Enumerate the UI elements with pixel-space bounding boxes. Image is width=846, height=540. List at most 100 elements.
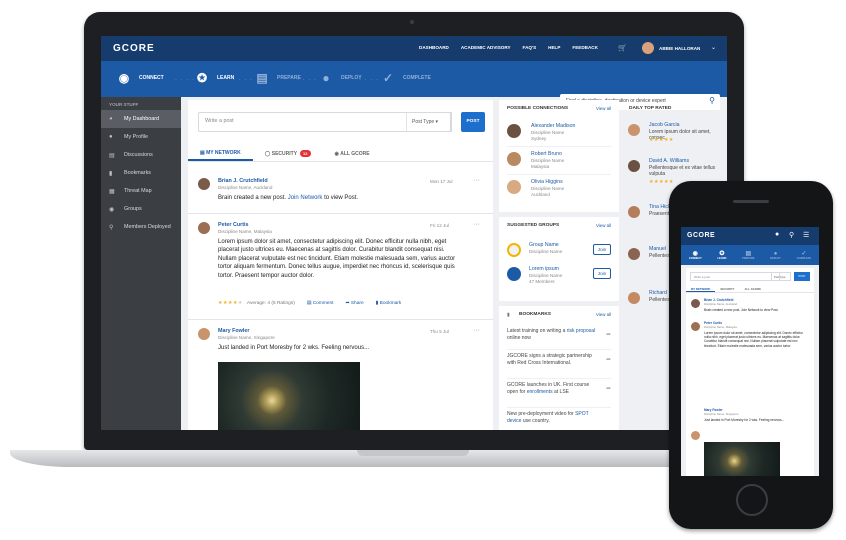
step-complete[interactable]: ✓ COMPLETE bbox=[797, 250, 811, 260]
view-all-link[interactable]: View all bbox=[596, 223, 611, 228]
avatar[interactable] bbox=[628, 248, 640, 260]
tab-all-gcore[interactable]: ALL GCORE bbox=[740, 285, 766, 292]
gcore-logo[interactable]: GCORE bbox=[113, 43, 155, 54]
sidebar-item-members-deployed[interactable]: ⚲ Members Deployed bbox=[101, 218, 181, 236]
tab-security[interactable]: SECURITY bbox=[715, 285, 739, 292]
step-prepare[interactable]: ▤ PREPARE bbox=[253, 69, 300, 87]
step-dots: · · · · bbox=[297, 77, 317, 83]
post-author[interactable]: Brian J. Crutchfield bbox=[218, 178, 268, 184]
bookmarks-card: BOOKMARKS ▮ View all Latest training on … bbox=[499, 306, 619, 430]
more-options-icon[interactable]: ··· bbox=[473, 221, 480, 228]
post-button[interactable]: POST bbox=[794, 272, 810, 281]
step-deploy[interactable]: ● DEPLOY bbox=[770, 251, 781, 260]
sidebar-item-groups[interactable]: ◉ Groups bbox=[101, 200, 181, 218]
step-deploy[interactable]: ● DEPLOY bbox=[317, 69, 361, 87]
avatar[interactable] bbox=[628, 124, 640, 136]
lightbulb-icon: ✪ bbox=[719, 251, 725, 257]
phone-screen: GCORE ● ⚲ ☰ ◉ CONNECT ✪ LEARN ▤ PREPARE ● DE… bbox=[681, 227, 819, 476]
search-icon[interactable]: ⚲ bbox=[789, 231, 794, 239]
sidebar-item-threat-map[interactable]: ▦ Threat Map bbox=[101, 182, 181, 200]
post-author[interactable]: Mary Fowler bbox=[218, 328, 249, 334]
step-connect[interactable]: ◉ CONNECT bbox=[115, 69, 164, 87]
phone-home-button[interactable] bbox=[736, 484, 768, 516]
possible-connections-card: POSSIBLE CONNECTIONS View all Alexander … bbox=[499, 100, 619, 212]
list-item[interactable]: Alexander Madison Discipline Name Sydney bbox=[507, 120, 611, 147]
user-name[interactable]: ABBIE HALLORAN bbox=[659, 46, 700, 51]
bookmark-icon: ▮ bbox=[109, 170, 113, 177]
avatar[interactable] bbox=[198, 222, 210, 234]
share-arrow-icon[interactable]: ➦ bbox=[606, 357, 611, 364]
sidebar-item-discussions[interactable]: ▤ Discussions bbox=[101, 146, 181, 164]
tab-all-gcore[interactable]: ◉ ALL GCORE bbox=[323, 146, 382, 161]
step-learn[interactable]: ✪ LEARN bbox=[193, 69, 234, 87]
list-item[interactable]: Olivia Higgins Discipline Name Auckland bbox=[507, 176, 611, 203]
nav-academic-advisory[interactable]: ACADEMIC ADVISORY bbox=[461, 45, 511, 50]
post-type-select[interactable]: Post Type ▾ bbox=[406, 112, 452, 132]
tab-security[interactable]: ◯ SECURITY 12 bbox=[253, 146, 323, 161]
shield-icon: ◯ bbox=[264, 150, 272, 157]
avatar[interactable] bbox=[691, 431, 700, 440]
view-all-link[interactable]: View all bbox=[596, 106, 611, 111]
post-button[interactable]: POST bbox=[461, 112, 485, 132]
tab-my-network[interactable]: ▤ MY NETWORK bbox=[188, 146, 253, 161]
chevron-down-icon[interactable]: ⌄ bbox=[711, 44, 716, 51]
bookmark-button[interactable]: ▮ Bookmark bbox=[376, 301, 402, 306]
view-all-link[interactable]: View all bbox=[596, 312, 611, 317]
phone-feed: Write a post Post Type POST MY NETWORK S… bbox=[686, 268, 814, 476]
share-button[interactable]: ➦ Share bbox=[346, 301, 364, 306]
nav-feedback[interactable]: FEEDBACK bbox=[572, 45, 598, 50]
avatar[interactable] bbox=[691, 299, 700, 308]
sidebar-item-my-profile[interactable]: ● My Profile bbox=[101, 128, 181, 146]
post-date: Thu 5 Jul bbox=[430, 329, 449, 334]
step-dots: · · · · bbox=[359, 77, 379, 83]
gcore-logo[interactable]: GCORE bbox=[687, 232, 715, 239]
cart-icon[interactable]: 🛒 bbox=[618, 44, 627, 52]
step-complete[interactable]: ✓ COMPLETE bbox=[379, 69, 431, 87]
post-type-select[interactable]: Post Type bbox=[771, 272, 791, 281]
card-title: SUGGESTED GROUPS bbox=[507, 223, 560, 228]
avatar[interactable] bbox=[628, 292, 640, 304]
group-icon: ◉ bbox=[109, 206, 115, 213]
step-connect[interactable]: ◉ CONNECT bbox=[689, 250, 702, 260]
comment-button[interactable]: ▤ Comment bbox=[307, 301, 334, 306]
avatar[interactable] bbox=[198, 328, 210, 340]
sidebar-item-bookmarks[interactable]: ▮ Bookmarks bbox=[101, 164, 181, 182]
join-network-link[interactable]: Join Network bbox=[288, 195, 323, 201]
nav-faqs[interactable]: FAQ'S bbox=[523, 45, 537, 50]
list-item[interactable]: New pre-deployment video for SPOT device… bbox=[507, 411, 611, 430]
more-options-icon[interactable]: ··· bbox=[473, 327, 480, 334]
list-item[interactable]: GCORE launches in UK. First course open … bbox=[507, 382, 611, 408]
avatar[interactable]: ● bbox=[775, 231, 779, 238]
user-avatar[interactable] bbox=[642, 42, 654, 54]
feed-post: Mary Fowler Discipline Name, Singapore T… bbox=[188, 320, 493, 430]
step-dots: · · · · bbox=[233, 77, 253, 83]
post-text: Just landed in Port Moresby for 2 wks. F… bbox=[704, 418, 785, 422]
join-button[interactable]: Join bbox=[593, 244, 611, 255]
join-button[interactable]: Join bbox=[593, 268, 611, 279]
post-author[interactable]: Peter Curtis bbox=[218, 222, 249, 228]
menu-icon[interactable]: ☰ bbox=[803, 231, 809, 239]
post-text: Lorem ipsum dolor sit amet, consectetur … bbox=[704, 331, 803, 348]
more-options-icon[interactable]: ··· bbox=[473, 177, 480, 184]
post-image[interactable] bbox=[704, 442, 780, 476]
list-item[interactable]: JGCORE signs a strategic partnership wit… bbox=[507, 353, 611, 379]
tab-my-network[interactable]: MY NETWORK bbox=[686, 285, 716, 292]
list-item[interactable]: Latest training on writing a risk propos… bbox=[507, 328, 611, 350]
avatar[interactable] bbox=[198, 178, 210, 190]
post-text: Brain created a new post. Join Network t… bbox=[704, 308, 779, 312]
step-learn[interactable]: ✪ LEARN bbox=[717, 250, 726, 260]
avatar[interactable] bbox=[628, 160, 640, 172]
nav-help[interactable]: HELP bbox=[548, 45, 560, 50]
avatar[interactable] bbox=[691, 322, 700, 331]
sidebar-item-my-dashboard[interactable]: ◕ My Dashboard bbox=[101, 110, 181, 128]
share-arrow-icon[interactable]: ➦ bbox=[606, 386, 611, 393]
top-nav: DASHBOARD ACADEMIC ADVISORY FAQ'S HELP F… bbox=[419, 45, 610, 50]
step-prepare[interactable]: ▤ PREPARE bbox=[742, 250, 754, 260]
post-composer-input[interactable]: Write a post bbox=[690, 272, 780, 281]
nav-dashboard[interactable]: DASHBOARD bbox=[419, 45, 449, 50]
post-image[interactable] bbox=[218, 362, 360, 430]
share-arrow-icon[interactable]: ➦ bbox=[606, 332, 611, 339]
avatar[interactable] bbox=[628, 206, 640, 218]
list-item[interactable]: Robert Bruno Discipline Name Malaysia bbox=[507, 148, 611, 175]
rating-stars[interactable]: ★★★★★ bbox=[218, 300, 243, 306]
